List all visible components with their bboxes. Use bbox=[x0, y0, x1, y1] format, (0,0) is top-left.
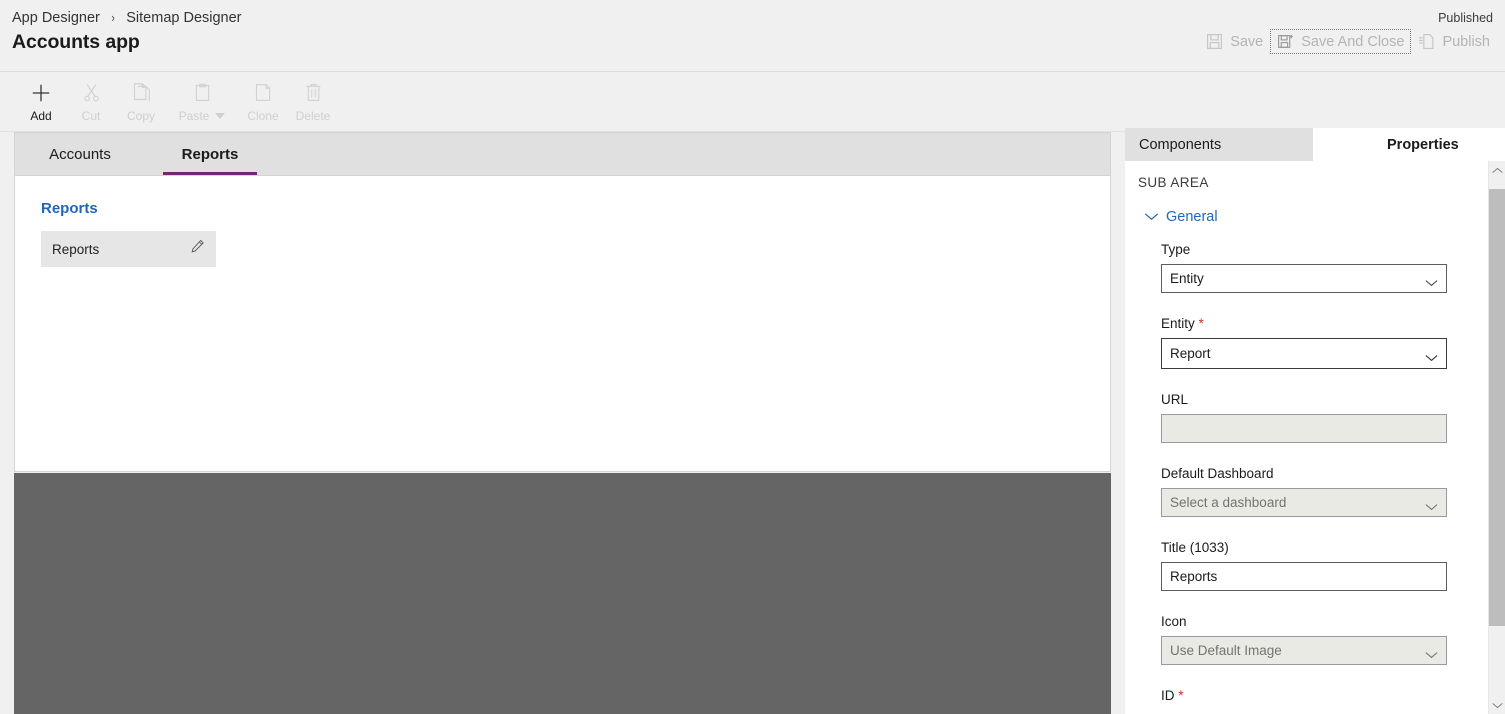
page-title: Accounts app bbox=[12, 31, 140, 53]
chevron-down-icon bbox=[1425, 275, 1438, 286]
header-actions: Save Save And Close Publish bbox=[1199, 29, 1497, 54]
chevron-down-icon bbox=[1425, 499, 1438, 510]
field-entity-label-text: Entity bbox=[1161, 316, 1195, 331]
clone-icon bbox=[253, 80, 274, 105]
field-title-label: Title (1033) bbox=[1161, 540, 1229, 555]
command-bar: Add Cut Copy Paste Clone Delete bbox=[0, 72, 1505, 132]
chevron-down-icon[interactable] bbox=[215, 113, 226, 119]
save-and-close-icon bbox=[1277, 33, 1294, 50]
chevron-down-icon[interactable] bbox=[1489, 696, 1505, 714]
entity-select-value: Report bbox=[1170, 346, 1211, 361]
default-dashboard-select[interactable]: Select a dashboard bbox=[1161, 488, 1447, 517]
field-type: Type Entity bbox=[1161, 242, 1505, 293]
publish-status-text: Published bbox=[1438, 11, 1493, 25]
type-select[interactable]: Entity bbox=[1161, 264, 1447, 293]
publish-button[interactable]: Publish bbox=[1411, 29, 1497, 54]
subarea-card-label: Reports bbox=[52, 241, 100, 257]
canvas-area-tabs: Accounts Reports bbox=[15, 133, 1110, 176]
general-section-toggle[interactable]: General bbox=[1125, 190, 1505, 225]
add-button-label: Add bbox=[30, 109, 52, 123]
panel-tabs: Components Properties bbox=[1125, 128, 1505, 161]
plus-icon bbox=[30, 80, 52, 105]
save-icon bbox=[1206, 33, 1223, 50]
paste-icon bbox=[192, 80, 213, 105]
breadcrumb: App Designer › Sitemap Designer bbox=[12, 10, 242, 26]
scrollbar-thumb[interactable] bbox=[1489, 189, 1505, 626]
field-type-label: Type bbox=[1161, 242, 1191, 257]
delete-button[interactable]: Delete bbox=[288, 72, 338, 123]
field-icon-label: Icon bbox=[1161, 614, 1187, 629]
title-input[interactable]: Reports bbox=[1161, 562, 1447, 591]
save-and-close-button-label: Save And Close bbox=[1301, 33, 1405, 50]
general-section-label: General bbox=[1166, 209, 1218, 225]
field-icon: Icon Use Default Image bbox=[1161, 614, 1505, 665]
type-select-value: Entity bbox=[1170, 271, 1204, 286]
copy-icon bbox=[131, 80, 152, 105]
tab-accounts-label: Accounts bbox=[49, 145, 111, 163]
paste-button[interactable]: Paste bbox=[166, 72, 238, 123]
breadcrumb-item-app-designer[interactable]: App Designer bbox=[12, 10, 100, 26]
copy-button-label: Copy bbox=[126, 109, 155, 123]
properties-fields: Type Entity Entity * Report URL Default … bbox=[1125, 225, 1505, 703]
breadcrumb-separator-icon: › bbox=[111, 10, 115, 25]
delete-button-label: Delete bbox=[295, 109, 331, 123]
tab-reports[interactable]: Reports bbox=[145, 133, 275, 175]
properties-panel: Components Properties SUB AREA General T… bbox=[1125, 128, 1505, 714]
field-id-label-text: ID bbox=[1161, 688, 1175, 703]
entity-select[interactable]: Report bbox=[1161, 338, 1447, 369]
icon-select-placeholder: Use Default Image bbox=[1170, 643, 1282, 658]
tab-components-label: Components bbox=[1139, 136, 1222, 153]
scissors-icon bbox=[81, 80, 102, 105]
publish-icon bbox=[1418, 33, 1435, 50]
field-entity-label: Entity * bbox=[1161, 316, 1505, 331]
field-entity: Entity * Report bbox=[1161, 316, 1505, 369]
copy-button[interactable]: Copy bbox=[116, 72, 166, 123]
panel-section-header: SUB AREA bbox=[1138, 175, 1209, 190]
app-header: App Designer › Sitemap Designer Accounts… bbox=[0, 0, 1505, 72]
tab-components[interactable]: Components bbox=[1125, 128, 1313, 161]
trash-icon bbox=[303, 80, 324, 105]
canvas-overflow-backdrop bbox=[14, 473, 1111, 714]
paste-button-label: Paste bbox=[178, 109, 210, 123]
save-and-close-button[interactable]: Save And Close bbox=[1270, 29, 1412, 54]
url-input[interactable] bbox=[1161, 414, 1447, 443]
save-button-label: Save bbox=[1230, 33, 1264, 50]
cut-button[interactable]: Cut bbox=[66, 72, 116, 123]
publish-button-label: Publish bbox=[1442, 33, 1490, 50]
field-id-label: ID * bbox=[1161, 688, 1505, 703]
tab-accounts[interactable]: Accounts bbox=[15, 133, 145, 175]
required-asterisk-icon: * bbox=[1178, 688, 1184, 703]
pencil-icon[interactable] bbox=[189, 238, 206, 260]
group-title[interactable]: Reports bbox=[41, 200, 1110, 217]
field-default-dashboard-label: Default Dashboard bbox=[1161, 466, 1274, 481]
tab-properties[interactable]: Properties bbox=[1313, 128, 1505, 161]
clone-button-label: Clone bbox=[247, 109, 279, 123]
save-button[interactable]: Save bbox=[1199, 29, 1270, 54]
cut-button-label: Cut bbox=[81, 109, 101, 123]
sitemap-canvas: Accounts Reports Reports Reports bbox=[14, 132, 1111, 472]
chevron-down-icon bbox=[1425, 647, 1438, 658]
chevron-up-icon[interactable] bbox=[1489, 161, 1505, 179]
required-asterisk-icon: * bbox=[1198, 316, 1204, 331]
clone-button[interactable]: Clone bbox=[238, 72, 288, 123]
panel-body: SUB AREA General Type Entity Entity * Re… bbox=[1125, 161, 1505, 714]
default-dashboard-placeholder: Select a dashboard bbox=[1170, 495, 1287, 510]
add-button[interactable]: Add bbox=[16, 72, 66, 123]
tab-properties-label: Properties bbox=[1387, 136, 1459, 153]
breadcrumb-item-sitemap-designer[interactable]: Sitemap Designer bbox=[126, 10, 241, 26]
field-title: Title (1033) Reports bbox=[1161, 540, 1505, 591]
icon-select[interactable]: Use Default Image bbox=[1161, 636, 1447, 665]
field-url: URL bbox=[1161, 392, 1505, 443]
canvas-content: Reports Reports bbox=[15, 176, 1110, 267]
field-url-label: URL bbox=[1161, 392, 1189, 407]
chevron-down-icon bbox=[1144, 209, 1159, 225]
subarea-card-reports[interactable]: Reports bbox=[41, 231, 216, 267]
chevron-down-icon bbox=[1425, 350, 1438, 361]
panel-scrollbar[interactable] bbox=[1488, 161, 1505, 714]
field-id: ID * bbox=[1161, 688, 1505, 703]
tab-reports-label: Reports bbox=[181, 145, 239, 163]
title-input-value: Reports bbox=[1170, 569, 1218, 584]
field-default-dashboard: Default Dashboard Select a dashboard bbox=[1161, 466, 1505, 517]
